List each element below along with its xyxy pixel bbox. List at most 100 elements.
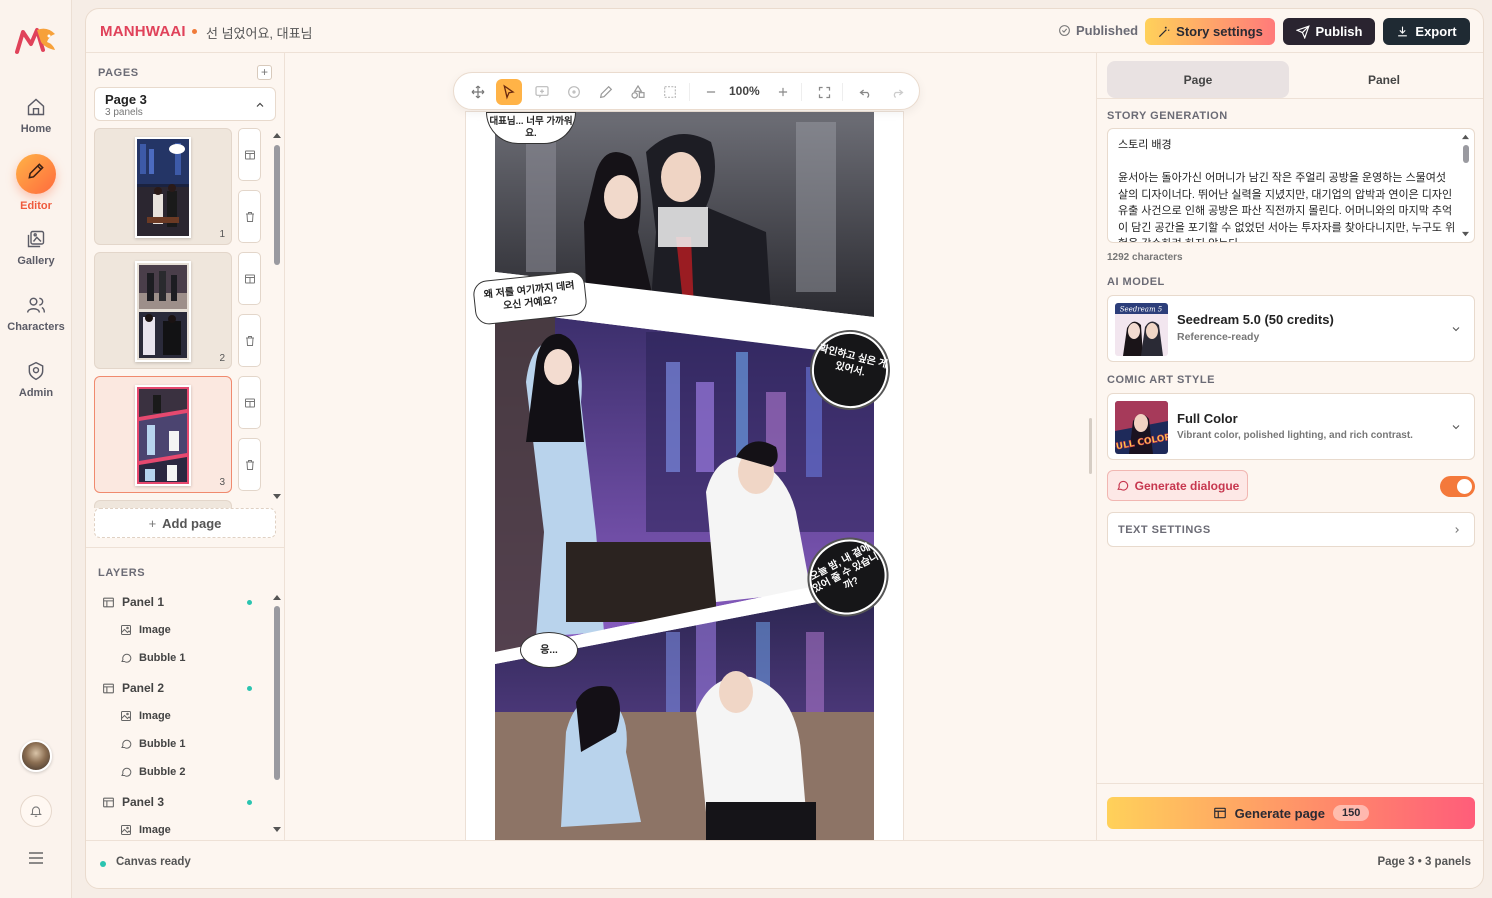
move-icon <box>471 85 485 99</box>
story-scrollbar-thumb[interactable] <box>1463 145 1469 163</box>
page-2-delete-button[interactable] <box>238 314 261 367</box>
scroll-up-arrow-icon[interactable] <box>272 131 282 139</box>
canvas-area[interactable]: 대표님... 너무 가까워요. 왜 저를 여기까지 데려오신 거예요? 확인하고… <box>286 53 1095 840</box>
layer-panel-3[interactable]: Panel 3 <box>102 795 164 809</box>
page-selector[interactable]: Page 3 3 panels <box>94 87 276 121</box>
layer-panel-1[interactable]: Panel 1 <box>102 595 164 609</box>
marquee-tool-button[interactable] <box>658 80 682 104</box>
divider <box>689 83 690 101</box>
top-bar: MANHWAAI 선 넘었어요, 대표님 Published Story set… <box>86 9 1483 53</box>
zoom-out-button[interactable] <box>699 80 723 104</box>
fit-screen-button[interactable] <box>812 80 836 104</box>
page-thumbnail-image <box>135 137 191 238</box>
shield-icon <box>28 361 44 381</box>
scroll-up-arrow-icon[interactable] <box>272 593 282 601</box>
zoom-level: 100% <box>729 84 760 98</box>
fullscreen-icon <box>818 86 830 98</box>
page-thumbnail-1[interactable]: 1 <box>94 128 232 245</box>
art-style-select[interactable]: FULL COLOR Full Color Vibrant color, pol… <box>1107 393 1475 460</box>
select-tool-button[interactable] <box>496 79 522 105</box>
pen-tool-button[interactable] <box>594 80 618 104</box>
trash-icon <box>245 459 254 470</box>
layers-scrollbar-thumb[interactable] <box>274 606 280 780</box>
divider <box>801 83 802 101</box>
layer-bubble[interactable]: Bubble 2 <box>120 766 185 778</box>
divider <box>842 83 843 101</box>
art-style-subtitle: Vibrant color, polished lighting, and ri… <box>1177 430 1413 441</box>
canvas-toolbar: 100% <box>453 72 920 110</box>
add-page-icon-button[interactable]: + <box>257 65 272 80</box>
divider <box>86 547 285 548</box>
ellipse-tool-button[interactable] <box>562 80 586 104</box>
story-settings-button[interactable]: Story settings <box>1145 18 1275 45</box>
scroll-up-arrow-icon[interactable] <box>1461 133 1470 140</box>
layer-panel-2[interactable]: Panel 2 <box>102 681 164 695</box>
nav-editor[interactable]: Editor <box>0 154 72 212</box>
redo-button[interactable] <box>885 80 909 104</box>
move-tool-button[interactable] <box>466 80 490 104</box>
generate-dialogue-button[interactable]: Generate dialogue <box>1107 470 1248 501</box>
zoom-in-button[interactable] <box>771 80 795 104</box>
scroll-down-arrow-icon[interactable] <box>1461 231 1470 238</box>
comic-art-style-label: COMIC ART STYLE <box>1107 374 1215 386</box>
app-logo[interactable] <box>13 24 59 58</box>
generate-dialogue-toggle[interactable] <box>1440 476 1475 497</box>
notifications-button[interactable] <box>20 795 52 827</box>
minus-icon <box>706 91 716 93</box>
page-1-delete-button[interactable] <box>238 190 261 243</box>
add-page-button[interactable]: + Add page <box>94 508 276 538</box>
undo-button[interactable] <box>853 80 877 104</box>
hamburger-menu-icon[interactable] <box>26 850 46 866</box>
panel-resize-handle[interactable] <box>1089 418 1092 474</box>
scroll-down-arrow-icon[interactable] <box>272 826 282 834</box>
layer-label: Bubble 1 <box>139 738 186 750</box>
panel-layout-icon <box>103 797 114 807</box>
tab-page[interactable]: Page <box>1107 61 1289 98</box>
add-bubble-tool-button[interactable] <box>530 80 554 104</box>
nav-gallery[interactable]: Gallery <box>0 229 72 267</box>
page-3-delete-button[interactable] <box>238 438 261 491</box>
shapes-tool-button[interactable] <box>626 80 650 104</box>
nav-admin[interactable]: Admin <box>0 361 72 399</box>
art-style-thumbnail: FULL COLOR <box>1115 401 1168 454</box>
page-3-layout-button[interactable] <box>238 376 261 429</box>
layer-bubble[interactable]: Bubble 1 <box>120 738 185 750</box>
page-thumbnail-3[interactable]: 3 <box>94 376 232 493</box>
layer-image[interactable]: Image <box>120 710 171 722</box>
pages-scrollbar-thumb[interactable] <box>274 145 280 265</box>
status-bar: Canvas ready Page 3 • 3 panels <box>86 840 1483 888</box>
page-number: 2 <box>219 353 225 364</box>
ai-model-name: Seedream 5.0 (50 credits) <box>1177 312 1334 327</box>
page-2-layout-button[interactable] <box>238 252 261 305</box>
panel-layout-icon <box>103 597 114 607</box>
nav-home[interactable]: Home <box>0 97 72 135</box>
bubble-text: 확인하고 싶은 게 있어서. <box>817 343 889 379</box>
layout-icon <box>1213 807 1226 819</box>
brand-separator-dot <box>192 29 197 34</box>
home-icon <box>27 98 45 116</box>
page-1-layout-button[interactable] <box>238 128 261 181</box>
nav-rail: Home Editor Gallery Characters Admin <box>0 0 72 898</box>
layer-image[interactable]: Image <box>120 624 171 636</box>
nav-characters[interactable]: Characters <box>0 295 72 333</box>
story-textarea[interactable]: 스토리 배경 윤서아는 돌아가신 어머니가 남긴 작은 주얼리 공방을 운영하는… <box>1107 128 1475 243</box>
status-indicator-dot <box>100 861 106 867</box>
layer-image[interactable]: Image <box>120 824 171 836</box>
story-settings-label: Story settings <box>1176 24 1263 39</box>
generate-page-button[interactable]: Generate page 150 <box>1107 797 1475 829</box>
user-avatar[interactable] <box>20 740 52 772</box>
tab-panel[interactable]: Panel <box>1293 61 1475 98</box>
ai-model-select[interactable]: Seedream 5 Seedream 5.0 (50 credits) Ref… <box>1107 295 1475 362</box>
layer-bubble[interactable]: Bubble 1 <box>120 652 185 664</box>
scroll-down-arrow-icon[interactable] <box>272 493 282 501</box>
gallery-icon <box>27 230 45 248</box>
export-button[interactable]: Export <box>1383 18 1470 45</box>
page-thumbnail-4-partial[interactable] <box>94 500 232 508</box>
publish-button[interactable]: Publish <box>1283 18 1375 45</box>
comic-page[interactable]: 대표님... 너무 가까워요. 왜 저를 여기까지 데려오신 거예요? 확인하고… <box>466 112 903 840</box>
speech-bubble[interactable]: 응... <box>520 632 578 668</box>
document-title[interactable]: 선 넘었어요, 대표님 <box>206 23 313 42</box>
text-settings-row[interactable]: TEXT SETTINGS <box>1107 512 1475 547</box>
page-thumbnail-2[interactable]: 2 <box>94 252 232 369</box>
text-settings-label: TEXT SETTINGS <box>1118 524 1211 536</box>
